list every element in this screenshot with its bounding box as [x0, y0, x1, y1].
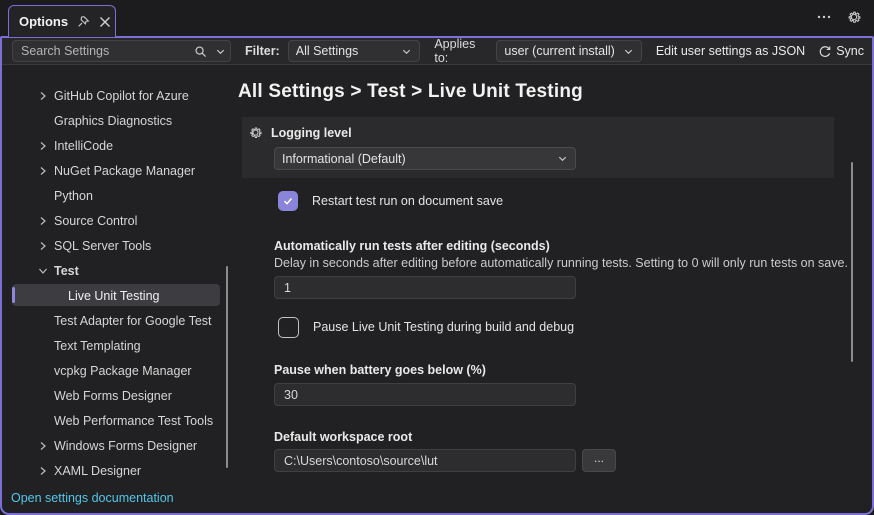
chevron-down-icon [557, 153, 568, 164]
sidebar-item-nuget-package-manager[interactable]: NuGet Package Manager [2, 158, 232, 183]
auto-run-tests-label: Automatically run tests after editing (s… [274, 239, 860, 253]
restart-test-run-label: Restart test run on document save [312, 194, 503, 208]
breadcrumb: All Settings > Test > Live Unit Testing [238, 81, 860, 103]
sidebar-item-source-control[interactable]: Source Control [2, 208, 232, 233]
chevron-right-icon [36, 164, 50, 178]
chevron-right-icon [36, 239, 50, 253]
sidebar-item-github-copilot-for-azure[interactable]: GitHub Copilot for Azure [2, 83, 232, 108]
chevron-right-icon [36, 464, 50, 478]
settings-panel: All Settings > Test > Live Unit Testing … [234, 66, 860, 515]
more-options-icon[interactable] [816, 9, 832, 25]
applies-to-label: Applies to: [434, 37, 488, 65]
sync-button[interactable]: Sync [818, 44, 864, 58]
filter-dropdown[interactable]: All Settings [288, 40, 421, 62]
battery-threshold-input[interactable] [274, 383, 576, 406]
logging-level-setting: Logging level Informational (Default) [242, 117, 834, 178]
search-options-chevron-icon[interactable] [211, 46, 230, 57]
applies-to-dropdown[interactable]: user (current install) [496, 40, 641, 62]
pause-during-build-label: Pause Live Unit Testing during build and… [313, 320, 574, 334]
auto-run-tests-description: Delay in seconds after editing before au… [274, 256, 860, 270]
sidebar-item-test-adapter-for-google-test[interactable]: Test Adapter for Google Test [2, 308, 232, 333]
options-window: Options [0, 0, 874, 515]
tab-options-label: Options [19, 14, 68, 29]
sidebar-item-intellicode[interactable]: IntelliCode [2, 133, 232, 158]
selection-indicator [12, 287, 15, 303]
auto-run-seconds-input[interactable] [274, 276, 576, 299]
tab-options[interactable]: Options [8, 5, 116, 37]
edit-json-link[interactable]: Edit user settings as JSON [656, 44, 805, 58]
logging-level-dropdown[interactable]: Informational (Default) [274, 147, 576, 170]
sidebar-item-graphics-diagnostics[interactable]: Graphics Diagnostics [2, 108, 232, 133]
gear-icon[interactable] [846, 9, 862, 25]
sidebar-item-test[interactable]: Test [2, 258, 232, 283]
sidebar-item-live-unit-testing[interactable]: Live Unit Testing [2, 283, 232, 308]
pause-during-build-checkbox[interactable] [278, 317, 299, 338]
filter-dropdown-value: All Settings [296, 44, 359, 58]
restart-test-run-checkbox[interactable] [278, 191, 298, 211]
main-scrollbar[interactable] [851, 162, 853, 362]
search-icon[interactable] [190, 45, 211, 58]
battery-threshold-label: Pause when battery goes below (%) [274, 363, 860, 377]
logging-level-value: Informational (Default) [282, 152, 406, 166]
tab-strip: Options [0, 0, 874, 36]
chevron-right-icon [36, 214, 50, 228]
applies-to-dropdown-value: user (current install) [504, 44, 614, 58]
sidebar-item-sql-server-tools[interactable]: SQL Server Tools [2, 233, 232, 258]
chevron-right-icon [36, 439, 50, 453]
sidebar-item-web-forms-designer[interactable]: Web Forms Designer [2, 383, 232, 408]
sync-label: Sync [836, 44, 864, 58]
sidebar-item-xaml-designer[interactable]: XAML Designer [2, 458, 232, 483]
settings-toolbar: Filter: All Settings Applies to: user (c… [2, 38, 872, 65]
close-icon[interactable] [99, 16, 111, 28]
pin-icon[interactable] [77, 15, 90, 28]
chevron-right-icon [36, 89, 50, 103]
chevron-down-icon [623, 46, 634, 57]
workspace-root-label: Default workspace root [274, 430, 860, 444]
sidebar-item-windows-forms-designer[interactable]: Windows Forms Designer [2, 433, 232, 458]
restart-test-run-checkbox-row[interactable]: Restart test run on document save [278, 191, 860, 211]
logging-level-label: Logging level [271, 126, 352, 140]
sidebar-item-python[interactable]: Python [2, 183, 232, 208]
sidebar-item-text-templating[interactable]: Text Templating [2, 333, 232, 358]
chevron-right-icon [36, 139, 50, 153]
sync-icon [818, 45, 831, 58]
gear-icon[interactable] [248, 125, 263, 140]
sidebar-item-vcpkg-package-manager[interactable]: vcpkg Package Manager [2, 358, 232, 383]
window-body: Filter: All Settings Applies to: user (c… [0, 36, 874, 515]
workspace-root-input[interactable] [274, 449, 576, 472]
browse-button[interactable]: ... [582, 449, 616, 472]
chevron-down-icon [36, 264, 50, 278]
sidebar-scrollbar[interactable] [226, 266, 228, 468]
pause-during-build-checkbox-row[interactable]: Pause Live Unit Testing during build and… [278, 316, 860, 338]
chevron-down-icon [401, 46, 412, 57]
filter-label: Filter: [245, 44, 280, 58]
open-settings-documentation-link[interactable]: Open settings documentation [11, 491, 174, 505]
settings-tree: GitHub Copilot for Azure Graphics Diagno… [2, 66, 232, 515]
sidebar-item-web-performance-test-tools[interactable]: Web Performance Test Tools [2, 408, 232, 433]
search-box[interactable] [12, 40, 231, 62]
search-input[interactable] [13, 44, 190, 58]
